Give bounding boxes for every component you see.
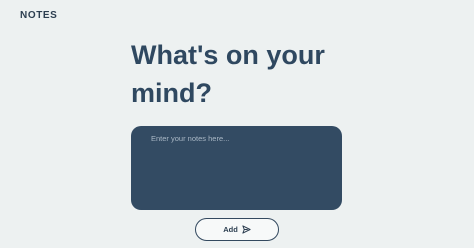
send-icon (242, 225, 251, 234)
page-title: What's on your mind? (131, 40, 325, 108)
app-logo: NOTES (20, 10, 58, 21)
add-button-label: Add (223, 225, 238, 234)
notes-input[interactable] (131, 126, 342, 210)
add-button[interactable]: Add (195, 218, 279, 241)
